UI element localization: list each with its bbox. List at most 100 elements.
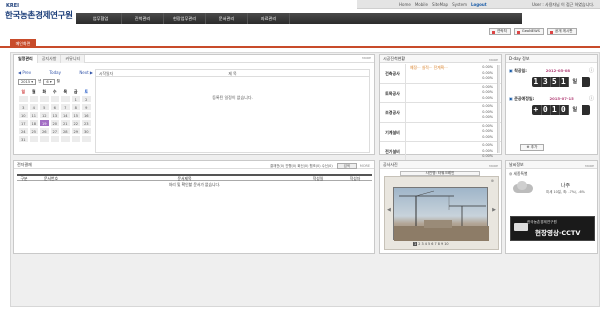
month-select[interactable]: 6 ▾ bbox=[43, 79, 55, 85]
documents-table: 구분 문서번호 문서제목 작성일 작성자 처리 및 확인할 문서가 없습니다. bbox=[17, 174, 372, 188]
weather-info: 나주 미세 10일, 최: -7%/, -6% bbox=[537, 182, 594, 194]
weekday-mon: 월 bbox=[32, 89, 36, 94]
util-link-sitemap[interactable]: SiteMap bbox=[430, 0, 450, 8]
calendar-day[interactable]: 7 bbox=[60, 103, 71, 111]
weather-city: 나주 bbox=[560, 183, 571, 189]
calendar-day[interactable]: 13 bbox=[49, 111, 60, 119]
calendar-day[interactable]: 20 bbox=[49, 119, 60, 127]
construction-more-link[interactable]: MORE bbox=[489, 56, 498, 64]
next-month-button[interactable]: Next ▶ bbox=[79, 69, 93, 77]
photo-more-link[interactable]: MORE bbox=[489, 162, 498, 170]
logout-link[interactable]: Logout bbox=[469, 0, 489, 8]
calendar-day[interactable]: 22 bbox=[70, 119, 81, 127]
calendar-day[interactable]: 9 bbox=[81, 103, 92, 111]
weather-more-link[interactable]: MORE bbox=[585, 162, 594, 170]
nav-item-collab[interactable]: 업무협업 bbox=[80, 13, 122, 24]
documents-search-button[interactable]: 검색 bbox=[336, 163, 357, 169]
documents-filter-links[interactable]: 결재전(0) 진행(0) 회신(0) 협조(0) 수신(0) bbox=[270, 162, 333, 170]
calendar-week: 31 bbox=[18, 135, 93, 143]
photo-page[interactable]: 3 bbox=[422, 242, 424, 246]
counter-digit: + bbox=[533, 105, 540, 114]
nav-item-progress[interactable]: 진척관리 bbox=[122, 13, 164, 24]
year-select[interactable]: 2015 ▾ bbox=[18, 79, 37, 85]
tab-main[interactable]: 메인화면 bbox=[10, 39, 36, 48]
photo-next-arrow-icon[interactable]: ▶ bbox=[492, 207, 496, 213]
calendar-day[interactable]: 1 bbox=[70, 95, 81, 103]
help-icon[interactable]: ⓘ bbox=[589, 95, 594, 102]
calendar-day[interactable]: 3 bbox=[18, 103, 29, 111]
contacts-button[interactable]: 연락처 bbox=[489, 28, 511, 35]
calendar-day[interactable]: 6 bbox=[49, 103, 60, 111]
today-button[interactable]: Today bbox=[49, 69, 61, 77]
calendar-day[interactable]: 14 bbox=[60, 111, 71, 119]
calendar-day[interactable]: 12 bbox=[39, 111, 50, 119]
calendar-empty-cell bbox=[28, 95, 39, 103]
calendar-empty-cell bbox=[28, 135, 39, 143]
photo-page[interactable]: 10 bbox=[444, 242, 448, 246]
calendar-day[interactable]: 18 bbox=[28, 119, 39, 127]
counter-unit: 일 bbox=[568, 77, 582, 87]
photo-page[interactable]: 7 bbox=[435, 242, 437, 246]
nav-item-site[interactable]: 현장업무관리 bbox=[164, 13, 206, 24]
calendar-day[interactable]: 4 bbox=[28, 103, 39, 111]
weather-body: 나주 미세 10일, 최: -7%/, -6% bbox=[509, 179, 594, 197]
calendar-day[interactable]: 26 bbox=[39, 127, 50, 135]
util-link-home[interactable]: Home bbox=[397, 0, 413, 8]
calendar-day[interactable]: 8 bbox=[70, 103, 81, 111]
calendar-day[interactable]: 11 bbox=[28, 111, 39, 119]
calendar-day[interactable]: 21 bbox=[60, 119, 71, 127]
photo-page[interactable]: 6 bbox=[431, 242, 433, 246]
value-prev: 0.00% bbox=[482, 115, 493, 119]
nav-item-docs[interactable]: 문서관리 bbox=[206, 13, 248, 24]
calendar-day[interactable]: 31 bbox=[18, 135, 29, 143]
calendar-day[interactable]: 16 bbox=[81, 111, 92, 119]
calendar-day[interactable]: 5 bbox=[39, 103, 50, 111]
util-link-mobile[interactable]: Mobile bbox=[413, 0, 430, 8]
month-suffix: 월 bbox=[56, 79, 60, 83]
documents-more-link[interactable]: MORE bbox=[360, 162, 370, 170]
tower-crane-illustration bbox=[394, 190, 489, 241]
dday-start-label: ▣ 착공일: bbox=[509, 68, 527, 74]
construction-photo[interactable] bbox=[393, 187, 489, 241]
geonews-button[interactable]: GeoNEWS bbox=[513, 28, 544, 35]
public-board-button[interactable]: 공개 게시판 bbox=[546, 28, 577, 35]
calendar-day[interactable]: 30 bbox=[81, 127, 92, 135]
calendar-day[interactable]: 2 bbox=[81, 95, 92, 103]
calendar-day[interactable]: 29 bbox=[70, 127, 81, 135]
calendar-day[interactable]: 23 bbox=[81, 119, 92, 127]
zoom-icon[interactable]: ⊕ bbox=[491, 178, 494, 183]
photo-prev-arrow-icon[interactable]: ◀ bbox=[387, 207, 391, 213]
photo-page[interactable]: 2 bbox=[418, 242, 420, 246]
tab-notice[interactable]: 공지사항 bbox=[37, 55, 62, 63]
photo-page[interactable]: 4 bbox=[425, 242, 427, 246]
construction-row-label: 전기설비 bbox=[380, 142, 406, 162]
calendar-day[interactable]: 28 bbox=[60, 127, 71, 135]
calendar-icon: ▣ bbox=[509, 67, 513, 73]
construction-title: 시공진척현황 bbox=[383, 56, 406, 61]
calendar-day[interactable]: 15 bbox=[70, 111, 81, 119]
calendar-day[interactable]: 24 bbox=[18, 127, 29, 135]
construction-scrollbar[interactable] bbox=[497, 65, 500, 153]
tab-community[interactable]: 커뮤니티 bbox=[61, 55, 86, 63]
prev-month-button[interactable]: ◀ Prev bbox=[18, 69, 31, 77]
dday-panel: D-day 정보 ▣ 착공일: 2012-05-08 ⓘ 1 3 5 1 일 ▣… bbox=[505, 54, 598, 155]
construction-legend: 예정··· 실적··· 전계획··· bbox=[410, 65, 448, 70]
logo[interactable]: 한국농촌경제연구원 bbox=[5, 9, 73, 21]
photo-page[interactable]: 5 bbox=[428, 242, 430, 246]
calendar-day[interactable]: 27 bbox=[49, 127, 60, 135]
schedule-more-link[interactable]: MORE bbox=[362, 56, 371, 60]
photo-page[interactable]: 9 bbox=[441, 242, 443, 246]
photo-page[interactable]: 8 bbox=[438, 242, 440, 246]
calendar-day[interactable]: 25 bbox=[28, 127, 39, 135]
calendar-icon: ▣ bbox=[509, 95, 513, 101]
calendar-day[interactable]: 17 bbox=[18, 119, 29, 127]
calendar-day[interactable]: 10 bbox=[18, 111, 29, 119]
nav-item-data[interactable]: 자료관리 bbox=[248, 13, 290, 24]
util-link-system[interactable]: System bbox=[450, 0, 469, 8]
help-icon[interactable]: ⓘ bbox=[589, 67, 594, 74]
photo-page[interactable]: 1 bbox=[413, 242, 418, 246]
calendar-day[interactable]: 19 bbox=[39, 119, 50, 127]
cctv-button[interactable]: 한국농촌경제연구원 현장영상·CCTV bbox=[510, 216, 595, 241]
add-dday-button[interactable]: ⊕ 추가 bbox=[520, 144, 544, 151]
tab-schedule[interactable]: 일정관리 bbox=[14, 55, 38, 63]
